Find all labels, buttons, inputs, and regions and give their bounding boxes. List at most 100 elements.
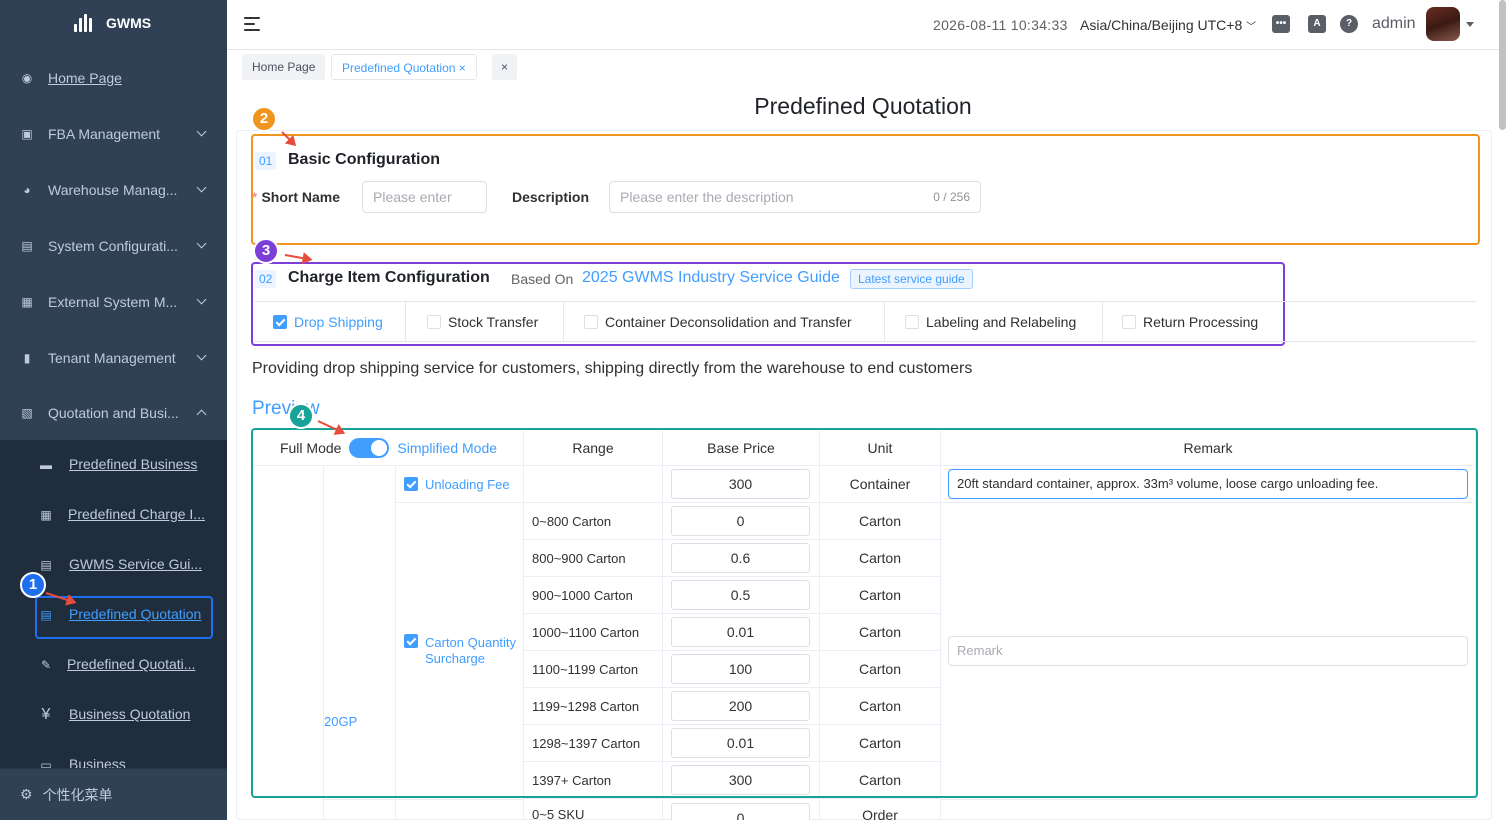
help-icon[interactable]: ? [1340,15,1358,33]
checkbox[interactable] [584,315,598,329]
chevron-down-icon [196,350,207,361]
folder-icon: ▬ [40,458,52,472]
annotation-badge-1: 1 [20,572,46,598]
latest-guide-tag: Latest service guide [850,269,973,289]
description-input[interactable]: Please enter the description 0 / 256 [609,181,981,213]
app-logo[interactable]: GWMS [74,14,151,32]
annotation-badge-2: 2 [251,106,277,132]
sidebar: GWMS ◉ Home Page ▣ FBA Management ◕ Ware… [0,0,227,820]
checkbox[interactable] [427,315,441,329]
short-name-label-text: Short Name [261,189,341,205]
message-icon[interactable]: ••• [1272,15,1290,33]
sidebar-item-fba[interactable]: ▣ FBA Management [0,106,227,162]
tag-home[interactable]: Home Page [242,54,326,80]
price-input[interactable]: 0 [671,803,810,820]
tab-return-processing[interactable]: Return Processing [1103,302,1283,342]
submenu-item-label: Predefined Quotati... [67,656,196,672]
sidebar-item-tenant[interactable]: ▮ Tenant Management [0,330,227,386]
service-guide-link[interactable]: 2025 GWMS Industry Service Guide [582,269,840,287]
short-name-label: * Short Name [252,189,340,205]
sidebar-item-label: FBA Management [48,126,161,142]
quotation-icon: ▧ [21,406,33,420]
sidebar-item-quotation[interactable]: ▧ Quotation and Busi... [0,385,227,441]
close-all-tags-button[interactable]: × [492,54,518,80]
table-icon: ▦ [40,508,52,522]
tab-label: Return Processing [1143,314,1259,330]
checkbox[interactable] [905,315,919,329]
tab-drop-shipping[interactable]: Drop Shipping [254,302,406,342]
sidebar-item-label: Home Page [48,70,122,86]
sidebar-item-external[interactable]: ▦ External System M... [0,274,227,330]
header-datetime: 2026-08-11 10:34:33 [933,17,1068,33]
section-title-basic: Basic Configuration [288,151,441,168]
page-scrollbar[interactable] [1499,0,1506,130]
checkbox-checked[interactable] [273,315,287,329]
avatar[interactable] [1426,7,1460,41]
charge-description: Providing drop shipping service for cust… [252,360,973,377]
sidebar-item-label: Warehouse Manag... [48,182,178,198]
sidebar-item-label: Quotation and Busi... [48,405,179,421]
tab-label: Stock Transfer [448,314,539,330]
dashboard-icon: ◉ [21,71,33,85]
tab-labeling[interactable]: Labeling and Relabeling [885,302,1103,342]
document-icon: ▤ [40,558,52,572]
submenu-item-predefined-business[interactable]: ▬ Predefined Business [0,440,227,490]
tab-label: Labeling and Relabeling [926,314,1077,330]
tag-label: Predefined Quotation [342,61,456,75]
gear-icon: ⚙ [20,786,33,802]
caret-down-icon[interactable] [1466,22,1474,27]
annotation-badge-3: 3 [253,238,279,264]
submenu-item-predefined-charge[interactable]: ▦ Predefined Charge I... [0,490,227,540]
sidebar-item-label: Tenant Management [48,350,176,366]
submenu-item-label: Predefined Business [69,456,198,472]
chevron-down-icon [196,182,207,193]
system-icon: ▤ [21,239,33,253]
top-header: 2026-08-11 10:34:33 Asia/China/Beijing U… [227,0,1506,50]
price-cell: 0 [663,800,820,820]
fba-icon: ▣ [21,127,33,141]
sidebar-item-warehouse[interactable]: ◕ Warehouse Manag... [0,162,227,218]
unit-cell: Order [820,800,941,820]
close-icon[interactable]: × [459,61,466,75]
username[interactable]: admin [1372,15,1416,33]
checkbox[interactable] [1122,315,1136,329]
annotation-box-1 [35,596,213,639]
submenu-item-label: Predefined Charge I... [68,506,205,522]
timezone-select[interactable]: Asia/China/Beijing UTC+8 ﹀ [1080,17,1256,33]
tab-container-deconsolidation[interactable]: Container Deconsolidation and Transfer [564,302,885,342]
tab-label: Drop Shipping [294,314,383,330]
sidebar-item-home[interactable]: ◉ Home Page [0,50,227,106]
next-item-cell [396,800,524,820]
personalize-menu-label: 个性化菜单 [42,786,113,803]
tab-stock-transfer[interactable]: Stock Transfer [406,302,564,342]
section-number: 02 [255,270,277,288]
submenu-item-label: GWMS Service Gui... [69,556,203,572]
personalize-menu-button[interactable]: ⚙ 个性化菜单 [0,768,227,820]
warehouse-icon: ◕ [23,183,31,197]
chevron-down-icon [196,238,207,249]
hamburger-icon[interactable] [244,17,260,31]
logo-icon [74,14,92,32]
submenu-item-label: Business Quotation [69,706,191,722]
based-on-label: Based On [511,271,574,287]
range-cell: 0~5 SKU [524,800,663,820]
translate-icon[interactable]: A [1308,15,1326,33]
charge-item-tabs: Drop Shipping Stock Transfer Container D… [254,301,1476,342]
sidebar-item-label: System Configurati... [48,238,178,254]
char-counter: 0 / 256 [933,190,970,204]
description-placeholder: Please enter the description [620,189,794,205]
submenu-item-business-quotation[interactable]: ¥ Business Quotation [0,690,227,740]
short-name-input[interactable]: Please enter [362,181,487,213]
chevron-down-icon: ﹀ [1246,22,1257,33]
chevron-down-icon [196,126,207,137]
edit-icon: ✎ [40,658,52,672]
required-mark: * [252,189,258,205]
submenu-item-predefined-quotation-2[interactable]: ✎ Predefined Quotati... [0,640,227,690]
tags-view: Home Page Predefined Quotation × × [227,50,1506,84]
grid-icon: ▦ [21,295,33,309]
description-label: Description [512,189,590,205]
sidebar-item-system[interactable]: ▤ System Configurati... [0,218,227,274]
section-number: 01 [255,152,277,170]
timezone-label: Asia/China/Beijing UTC+8 [1080,17,1243,33]
tag-predefined-quotation[interactable]: Predefined Quotation × [331,54,477,80]
